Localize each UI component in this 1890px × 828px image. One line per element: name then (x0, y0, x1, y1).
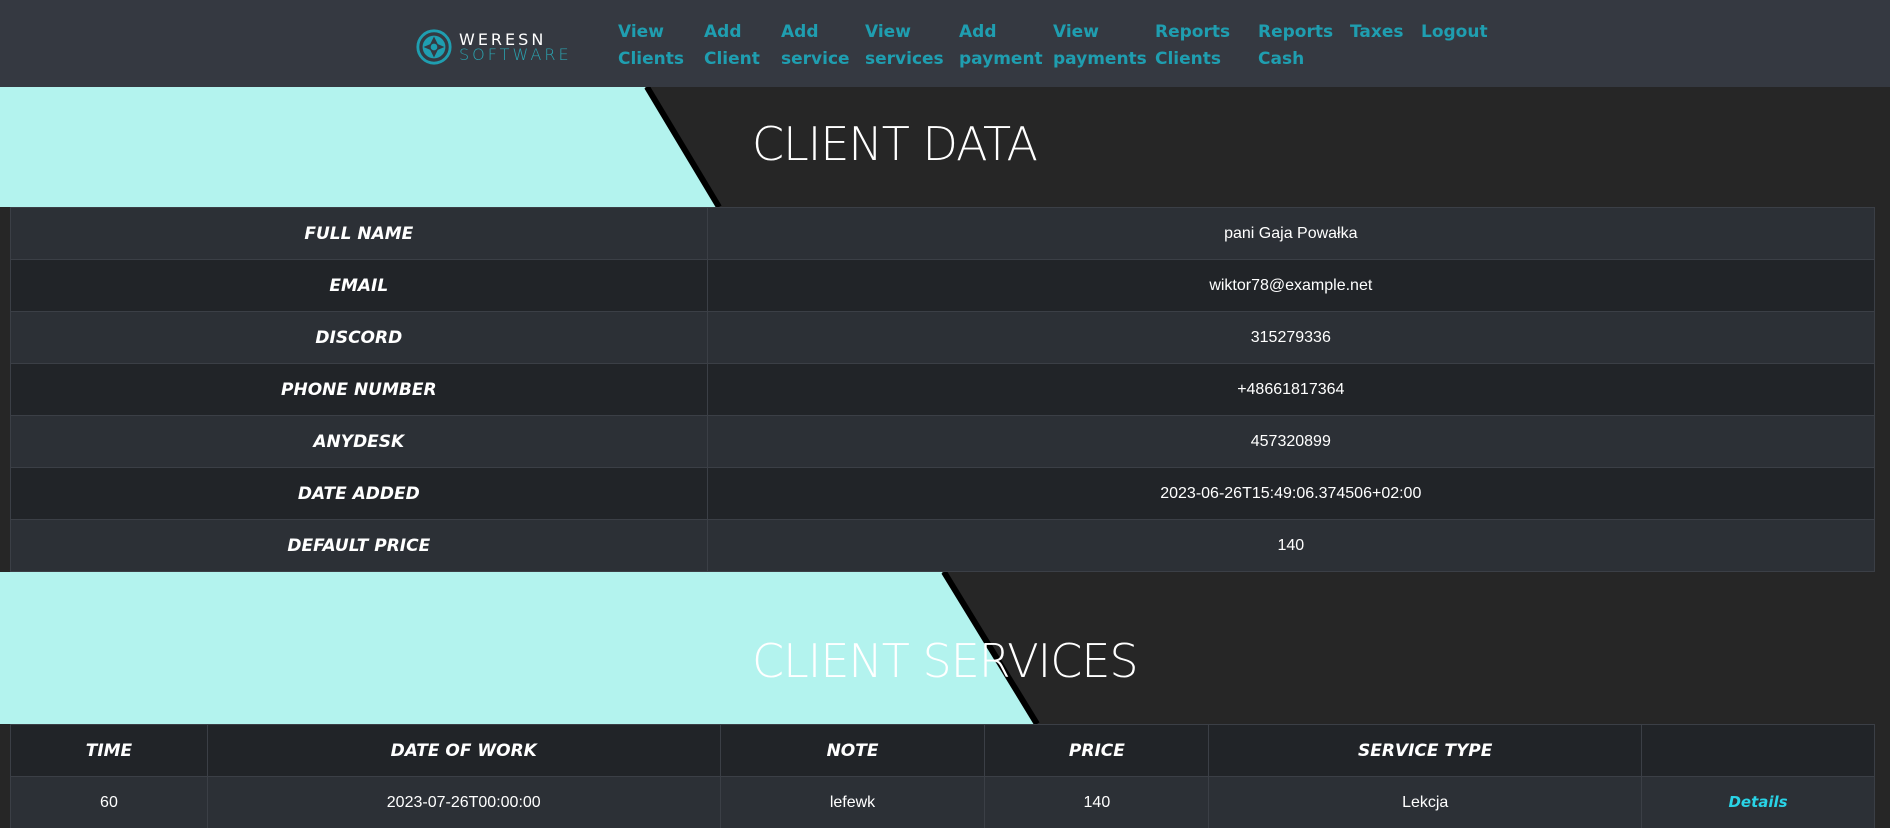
table-row: DISCORD 315279336 (10, 311, 1876, 364)
table-row: DATE ADDED 2023-06-26T15:49:06.374506+02… (10, 467, 1876, 520)
column-header-time: TIME (10, 724, 208, 777)
nav-add-payment[interactable]: Add payment (959, 19, 1043, 73)
table-row: DEFAULT PRICE 140 (10, 519, 1876, 572)
table-row: EMAIL wiktor78@example.net (10, 259, 1876, 312)
column-header-price: PRICE (984, 724, 1210, 777)
service-note: lefewk (719, 776, 986, 828)
table-row: ANYDESK 457320899 (10, 415, 1876, 468)
brand-logo[interactable]: WERESN SOFTWARE (415, 27, 575, 67)
nav-reports-cash[interactable]: Reports Cash (1258, 19, 1333, 73)
column-header-service-type: SERVICE TYPE (1208, 724, 1643, 777)
nav-view-clients[interactable]: View Clients (618, 19, 684, 73)
row-label-anydesk: ANYDESK (10, 415, 708, 468)
client-data-title: CLIENT DATA (752, 117, 1038, 171)
column-header-actions (1641, 724, 1875, 777)
nav-view-services[interactable]: View services (865, 19, 944, 73)
brand-name-line2: SOFTWARE (459, 45, 572, 64)
service-date-of-work: 2023-07-26T00:00:00 (206, 776, 721, 828)
default-price-value: 140 (706, 519, 1876, 572)
table-header-row: TIME DATE OF WORK NOTE PRICE SERVICE TYP… (10, 724, 1875, 777)
table-row: PHONE NUMBER +48661817364 (10, 363, 1876, 416)
column-header-note: NOTE (719, 724, 986, 777)
discord-value: 315279336 (706, 311, 1876, 364)
anydesk-value: 457320899 (706, 415, 1876, 468)
email-value: wiktor78@example.net (706, 259, 1876, 312)
service-type: Lekcja (1208, 776, 1643, 828)
full-name-value: pani Gaja Powałka (706, 207, 1876, 260)
client-services-table: TIME DATE OF WORK NOTE PRICE SERVICE TYP… (10, 724, 1875, 828)
row-label-date-added: DATE ADDED (10, 467, 708, 520)
details-link[interactable]: Details (1728, 793, 1787, 811)
phone-number-value: +48661817364 (706, 363, 1876, 416)
nav-add-client[interactable]: Add Client (704, 19, 760, 73)
nav-taxes[interactable]: Taxes (1350, 19, 1404, 46)
service-price: 140 (984, 776, 1210, 828)
top-navbar: WERESN SOFTWARE View Clients Add Client … (0, 0, 1890, 87)
nav-add-service[interactable]: Add service (781, 19, 850, 73)
row-label-phone-number: PHONE NUMBER (10, 363, 708, 416)
table-row: 60 2023-07-26T00:00:00 lefewk 140 Lekcja… (10, 776, 1875, 828)
nav-logout[interactable]: Logout (1421, 19, 1488, 46)
nav-view-payments[interactable]: View payments (1053, 19, 1147, 73)
date-added-value: 2023-06-26T15:49:06.374506+02:00 (706, 467, 1876, 520)
nav-reports-clients[interactable]: Reports Clients (1155, 19, 1230, 73)
service-actions: Details (1641, 776, 1875, 828)
column-header-date-of-work: DATE OF WORK (206, 724, 721, 777)
row-label-default-price: DEFAULT PRICE (10, 519, 708, 572)
service-time: 60 (10, 776, 208, 828)
aperture-logo-icon (416, 29, 452, 65)
client-data-table: FULL NAME pani Gaja Powałka EMAIL wiktor… (10, 207, 1876, 572)
row-label-email: EMAIL (10, 259, 708, 312)
table-row: FULL NAME pani Gaja Powałka (10, 207, 1876, 260)
row-label-full-name: FULL NAME (10, 207, 708, 260)
client-services-title: CLIENT SERVICES (752, 634, 1139, 688)
row-label-discord: DISCORD (10, 311, 708, 364)
